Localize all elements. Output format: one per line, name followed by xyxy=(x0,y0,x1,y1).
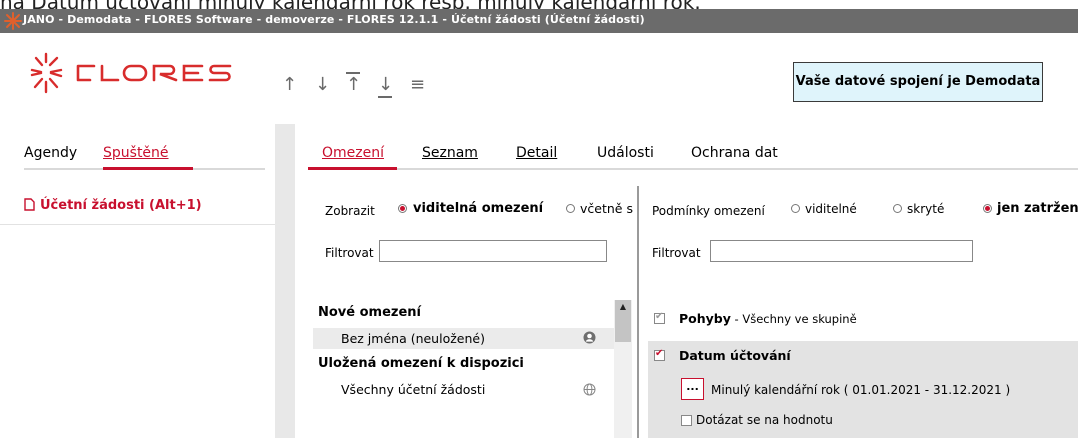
cond-hidden-label: skryté xyxy=(907,202,945,216)
pohyby-checkbox[interactable] xyxy=(654,311,665,324)
document-icon xyxy=(24,198,35,211)
scroll-up-icon[interactable]: ▲ xyxy=(615,300,631,314)
tab-udalosti[interactable]: Události xyxy=(597,145,654,161)
down-arrow-icon[interactable]: ↓ xyxy=(315,74,330,95)
active-tab-indicator xyxy=(103,167,193,170)
tab-omezeni[interactable]: Omezení xyxy=(322,145,384,161)
pohyby-condition: Pohyby - Všechny ve skupině xyxy=(679,311,857,326)
pohyby-detail: - Všechny ve skupině xyxy=(730,312,857,326)
up-arrow-icon[interactable]: ↑ xyxy=(282,74,297,95)
date-range-value: Minulý kalendářní rok ( 01.01.2021 - 31.… xyxy=(711,383,1011,397)
panel-splitter[interactable] xyxy=(275,124,295,438)
list-divider xyxy=(0,224,275,225)
list-group-new: Nové omezení xyxy=(318,305,422,320)
running-agenda-item[interactable]: Účetní žádosti (Alt+1) xyxy=(24,198,202,213)
window-title: JANO - Demodata - FLORES Software - demo… xyxy=(23,13,645,26)
cond-checked-radio[interactable] xyxy=(983,204,992,213)
flores-logo-icon xyxy=(30,52,232,94)
connection-info-box: Vaše datové spojení je Demodata xyxy=(793,62,1043,102)
cond-visible-radio[interactable] xyxy=(791,204,800,213)
flores-app-icon xyxy=(4,12,22,30)
pohyby-title: Pohyby xyxy=(679,311,731,326)
main-tabs-divider xyxy=(308,168,1078,170)
datum-title: Datum účtování xyxy=(679,348,791,363)
cond-checked-label: jen zatržené xyxy=(997,201,1078,216)
globe-icon xyxy=(583,383,596,396)
list-item-unnamed[interactable]: Bez jména (neuložené) xyxy=(341,331,485,346)
datum-checkbox[interactable] xyxy=(654,348,665,361)
filter-input[interactable] xyxy=(379,240,607,262)
user-icon xyxy=(583,331,596,344)
tab-spustene[interactable]: Spuštěné xyxy=(103,145,169,161)
list-group-saved: Uložená omezení k dispozici xyxy=(318,356,524,371)
cond-visible-label: viditelné xyxy=(805,202,857,216)
tab-seznam[interactable]: Seznam xyxy=(422,145,478,161)
move-to-top-icon[interactable]: ↑ xyxy=(346,72,361,95)
flores-logo xyxy=(30,52,240,106)
cond-hidden-radio[interactable] xyxy=(893,204,902,213)
move-to-bottom-icon[interactable]: ↓ xyxy=(378,74,393,98)
ask-value-label: Dotázat se na hodnotu xyxy=(696,413,833,427)
date-picker-button[interactable]: ... xyxy=(681,378,704,400)
ask-value-checkbox[interactable] xyxy=(681,415,692,426)
filter-label: Filtrovat xyxy=(325,246,374,260)
tab-ochrana-dat[interactable]: Ochrana dat xyxy=(691,145,778,161)
show-visible-radio[interactable] xyxy=(398,204,407,213)
main-active-tab-indicator xyxy=(308,167,397,170)
show-including-radio[interactable] xyxy=(566,204,575,213)
list-item-all-requests[interactable]: Všechny účetní žádosti xyxy=(341,382,485,397)
tab-agendy[interactable]: Agendy xyxy=(24,145,77,161)
conditions-label: Podmínky omezení xyxy=(652,204,765,218)
menu-icon[interactable]: ≡ xyxy=(410,74,425,95)
show-label: Zobrazit xyxy=(325,204,375,218)
cond-filter-input[interactable] xyxy=(710,240,973,262)
show-visible-label: viditelná omezení xyxy=(413,201,544,216)
cond-filter-label: Filtrovat xyxy=(652,246,701,260)
show-including-label: včetně s xyxy=(580,201,633,216)
tab-detail[interactable]: Detail xyxy=(516,145,557,161)
running-agenda-label: Účetní žádosti (Alt+1) xyxy=(40,198,202,213)
window-titlebar: JANO - Demodata - FLORES Software - demo… xyxy=(0,9,1078,33)
left-panel xyxy=(0,124,275,438)
